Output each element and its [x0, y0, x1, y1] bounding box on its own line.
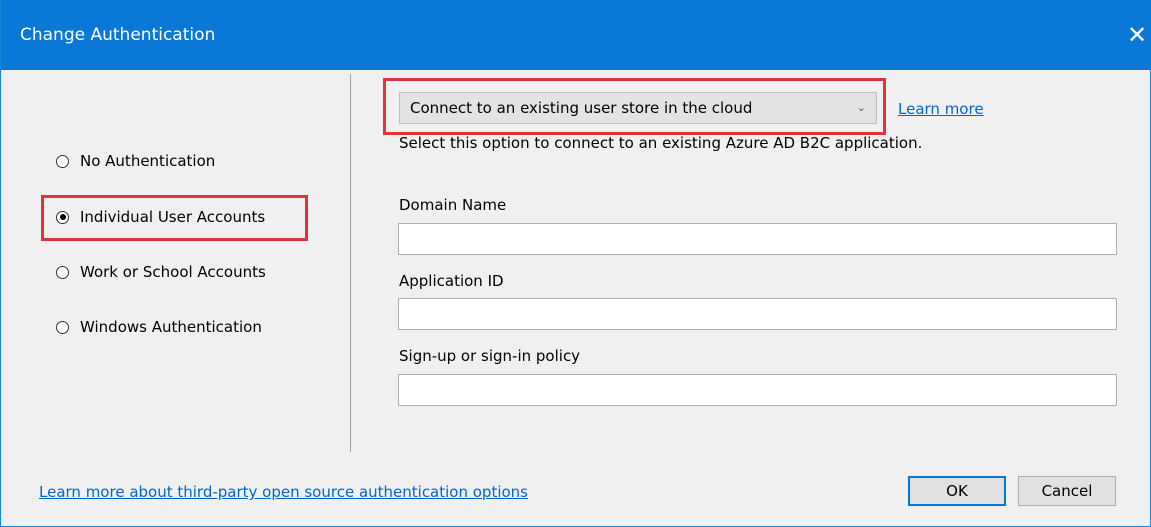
change-authentication-dialog: Change Authentication ✕ No Authenticatio… [0, 0, 1151, 527]
radio-work-or-school-accounts[interactable]: Work or School Accounts [56, 260, 266, 284]
policy-label: Sign-up or sign-in policy [399, 347, 581, 365]
third-party-auth-link[interactable]: Learn more about third-party open source… [39, 483, 528, 501]
user-store-dropdown[interactable]: Connect to an existing user store in the… [399, 92, 877, 124]
radio-no-authentication[interactable]: No Authentication [56, 149, 215, 173]
learn-more-link[interactable]: Learn more [898, 100, 984, 118]
radio-button-icon[interactable] [56, 154, 69, 168]
policy-input[interactable] [398, 374, 1117, 406]
title-bar: Change Authentication ✕ [1, 0, 1151, 70]
radio-individual-user-accounts[interactable]: Individual User Accounts [56, 205, 265, 229]
radio-button-icon[interactable] [56, 320, 69, 334]
ok-button[interactable]: OK [908, 476, 1006, 506]
radio-label: Individual User Accounts [80, 208, 266, 226]
radio-label: Work or School Accounts [80, 263, 266, 281]
radio-button-icon[interactable] [56, 265, 69, 279]
radio-windows-authentication[interactable]: Windows Authentication [56, 315, 262, 339]
dropdown-selected-value: Connect to an existing user store in the… [410, 99, 753, 117]
chevron-down-icon: ⌄ [856, 101, 866, 114]
dialog-title: Change Authentication [20, 25, 216, 45]
vertical-divider [350, 74, 351, 452]
radio-button-selected-icon[interactable] [56, 210, 69, 224]
close-icon[interactable]: ✕ [1122, 18, 1151, 52]
application-id-input[interactable] [398, 298, 1117, 330]
cancel-button[interactable]: Cancel [1018, 476, 1116, 506]
domain-name-label: Domain Name [399, 196, 507, 214]
radio-label: No Authentication [80, 152, 216, 170]
application-id-label: Application ID [399, 272, 504, 290]
store-description: Select this option to connect to an exis… [399, 134, 923, 152]
radio-label: Windows Authentication [80, 318, 262, 336]
domain-name-input[interactable] [398, 223, 1117, 255]
